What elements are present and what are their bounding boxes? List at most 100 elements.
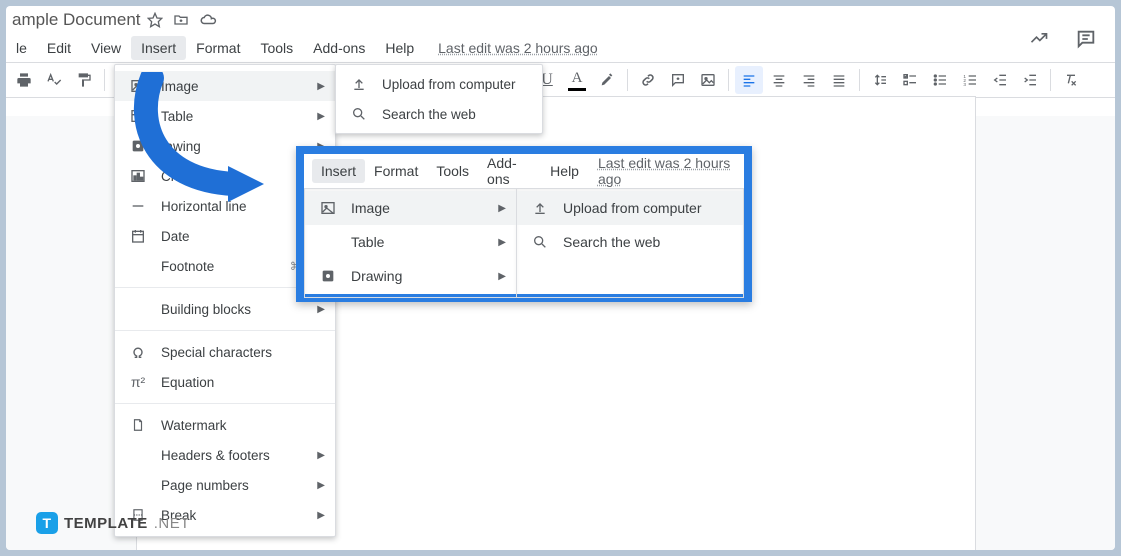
menu-view[interactable]: View bbox=[81, 36, 131, 60]
paint-format-icon[interactable] bbox=[70, 66, 98, 94]
align-right-button[interactable] bbox=[795, 66, 823, 94]
checklist-button[interactable] bbox=[896, 66, 924, 94]
align-center-button[interactable] bbox=[765, 66, 793, 94]
callout-menu-help[interactable]: Help bbox=[541, 159, 588, 183]
print-icon[interactable] bbox=[10, 66, 38, 94]
watermark-suffix: .NET bbox=[154, 515, 190, 532]
callout-table-item[interactable]: Table ▶ bbox=[305, 225, 516, 259]
callout-insert-dropdown: Image ▶ Table ▶ Drawing ▶ bbox=[304, 188, 516, 298]
template-net-watermark: T TEMPLATE .NET bbox=[36, 512, 190, 534]
callout-menu-format[interactable]: Format bbox=[365, 159, 427, 183]
title-bar: ample Document bbox=[6, 6, 1115, 34]
add-comment-icon[interactable] bbox=[664, 66, 692, 94]
chevron-right-icon: ▶ bbox=[317, 111, 325, 122]
insert-equation-item[interactable]: π² Equation bbox=[115, 367, 335, 397]
align-left-button[interactable] bbox=[735, 66, 763, 94]
chevron-right-icon: ▶ bbox=[498, 237, 506, 248]
app-window: ample Document le Edit View Insert Forma… bbox=[6, 6, 1115, 550]
menu-insert[interactable]: Insert bbox=[131, 36, 186, 60]
callout-menu-insert[interactable]: Insert bbox=[312, 159, 365, 183]
clear-formatting-button[interactable] bbox=[1057, 66, 1085, 94]
move-folder-icon[interactable] bbox=[173, 12, 189, 28]
insert-special-label: Special characters bbox=[161, 345, 272, 360]
insert-footnote-label: Footnote bbox=[161, 259, 214, 274]
upload-from-computer-item[interactable]: Upload from computer bbox=[336, 69, 542, 99]
insert-image-icon[interactable] bbox=[694, 66, 722, 94]
menu-addons[interactable]: Add-ons bbox=[303, 36, 375, 60]
callout-upload-item[interactable]: Upload from computer bbox=[517, 191, 743, 225]
insert-watermark-label: Watermark bbox=[161, 418, 227, 433]
search-icon bbox=[531, 234, 549, 250]
chevron-right-icon: ▶ bbox=[317, 81, 325, 92]
logo-icon: T bbox=[36, 512, 58, 534]
callout-search-item[interactable]: Search the web bbox=[517, 225, 743, 259]
callout-menu-tools[interactable]: Tools bbox=[427, 159, 478, 183]
insert-pagenum-item[interactable]: Page numbers ▶ bbox=[115, 470, 335, 500]
document-title[interactable]: ample Document bbox=[12, 10, 141, 30]
text-color-button[interactable]: A bbox=[563, 66, 591, 94]
callout-last-edit[interactable]: Last edit was 2 hours ago bbox=[598, 155, 736, 187]
insert-equation-label: Equation bbox=[161, 375, 214, 390]
increase-indent-button[interactable] bbox=[1016, 66, 1044, 94]
callout-menubar: Insert Format Tools Add-ons Help Last ed… bbox=[304, 154, 744, 188]
separator bbox=[728, 69, 729, 91]
callout-menu-addons[interactable]: Add-ons bbox=[478, 151, 541, 191]
insert-date-label: Date bbox=[161, 229, 190, 244]
svg-text:3: 3 bbox=[963, 82, 966, 87]
calendar-icon bbox=[129, 228, 147, 244]
chevron-right-icon: ▶ bbox=[498, 203, 506, 214]
tutorial-arrow-icon bbox=[124, 72, 274, 215]
insert-link-icon[interactable] bbox=[634, 66, 662, 94]
last-edit-link[interactable]: Last edit was 2 hours ago bbox=[438, 40, 598, 56]
upload-icon bbox=[531, 200, 549, 216]
cloud-status-icon[interactable] bbox=[199, 12, 217, 28]
search-icon bbox=[350, 106, 368, 122]
watermark-brand: TEMPLATE bbox=[64, 515, 148, 532]
menu-help[interactable]: Help bbox=[375, 36, 424, 60]
callout-table-label: Table bbox=[351, 234, 384, 250]
insert-headers-label: Headers & footers bbox=[161, 448, 270, 463]
search-web-label: Search the web bbox=[382, 107, 476, 122]
callout-image-label: Image bbox=[351, 200, 390, 216]
star-icon[interactable] bbox=[147, 12, 163, 28]
spellcheck-icon[interactable] bbox=[40, 66, 68, 94]
menu-file[interactable]: le bbox=[6, 36, 37, 60]
menu-bar: le Edit View Insert Format Tools Add-ons… bbox=[6, 34, 1115, 62]
search-web-item[interactable]: Search the web bbox=[336, 99, 542, 129]
align-justify-button[interactable] bbox=[825, 66, 853, 94]
pi-icon: π² bbox=[129, 374, 147, 390]
menu-separator bbox=[115, 330, 335, 331]
separator bbox=[104, 69, 105, 91]
insert-watermark-item[interactable]: Watermark bbox=[115, 410, 335, 440]
image-icon bbox=[319, 200, 337, 216]
separator bbox=[859, 69, 860, 91]
image-submenu: Upload from computer Search the web bbox=[335, 64, 543, 134]
chevron-right-icon: ▶ bbox=[317, 450, 325, 461]
insert-headers-item[interactable]: Headers & footers ▶ bbox=[115, 440, 335, 470]
insert-blocks-label: Building blocks bbox=[161, 302, 251, 317]
menu-format[interactable]: Format bbox=[186, 36, 250, 60]
callout-search-label: Search the web bbox=[563, 234, 660, 250]
insert-special-chars-item[interactable]: Special characters bbox=[115, 337, 335, 367]
callout-image-item[interactable]: Image ▶ bbox=[305, 191, 516, 225]
callout-drawing-item[interactable]: Drawing ▶ bbox=[305, 259, 516, 293]
watermark-icon bbox=[129, 417, 147, 433]
callout-highlight: Insert Format Tools Add-ons Help Last ed… bbox=[296, 146, 752, 302]
chevron-right-icon: ▶ bbox=[317, 480, 325, 491]
callout-drawing-label: Drawing bbox=[351, 268, 402, 284]
separator bbox=[627, 69, 628, 91]
numbered-list-button[interactable]: 123 bbox=[956, 66, 984, 94]
chevron-right-icon: ▶ bbox=[498, 271, 506, 282]
decrease-indent-button[interactable] bbox=[986, 66, 1014, 94]
highlight-button[interactable] bbox=[593, 66, 621, 94]
menu-separator bbox=[115, 403, 335, 404]
line-spacing-button[interactable] bbox=[866, 66, 894, 94]
chevron-right-icon: ▶ bbox=[317, 510, 325, 521]
upload-icon bbox=[350, 76, 368, 92]
drawing-icon bbox=[319, 268, 337, 284]
upload-label: Upload from computer bbox=[382, 77, 516, 92]
omega-icon bbox=[129, 344, 147, 360]
menu-edit[interactable]: Edit bbox=[37, 36, 81, 60]
menu-tools[interactable]: Tools bbox=[250, 36, 303, 60]
bulleted-list-button[interactable] bbox=[926, 66, 954, 94]
